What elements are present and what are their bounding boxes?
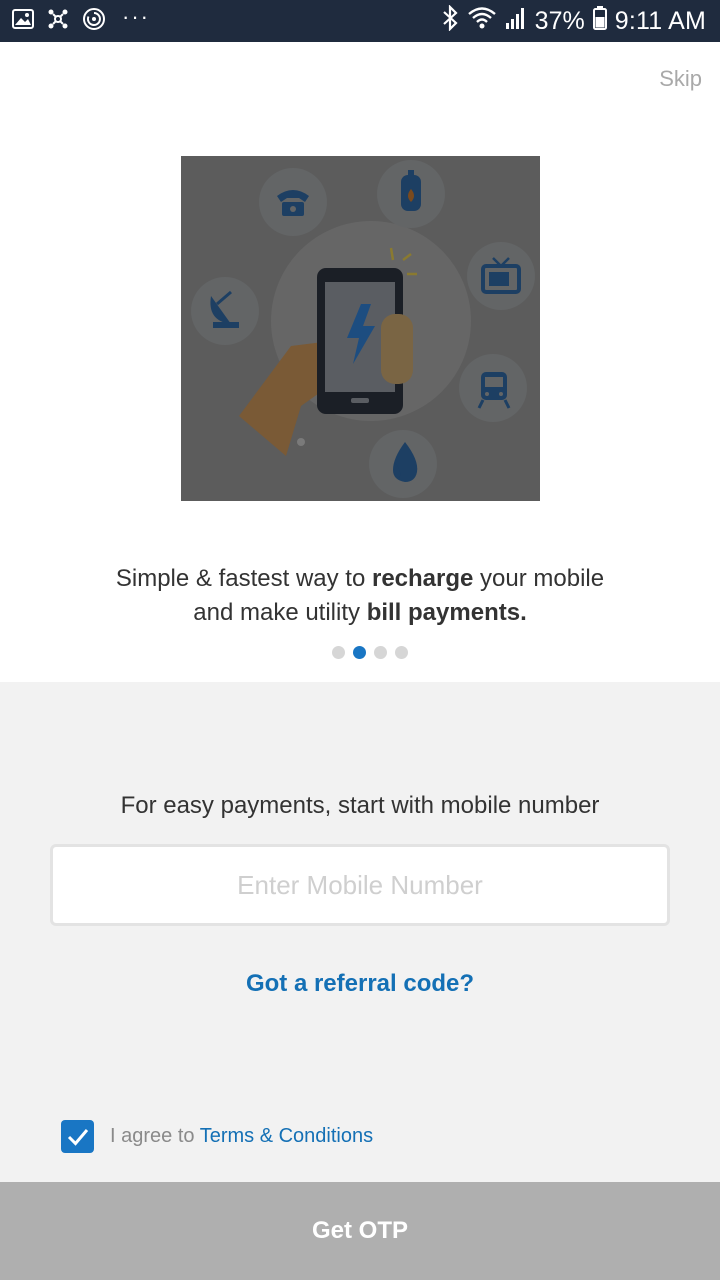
wifi-icon <box>467 6 497 37</box>
clock: 9:11 AM <box>614 6 706 35</box>
gas-cylinder-icon <box>377 160 445 228</box>
status-bar: ··· 37% 9:11 AM <box>0 0 720 42</box>
login-panel: For easy payments, start with mobile num… <box>0 682 720 1182</box>
mobile-prompt: For easy payments, start with mobile num… <box>120 792 600 819</box>
dth-dish-icon <box>191 277 259 345</box>
tagline-line-1: Simple & fastest way to recharge your mo… <box>115 565 605 592</box>
battery-icon <box>592 5 607 37</box>
battery-percent: 37% <box>534 6 585 35</box>
skip-button[interactable]: Skip <box>659 66 702 92</box>
terms-checkbox[interactable] <box>61 1120 94 1153</box>
referral-code-link[interactable]: Got a referral code? <box>0 970 720 998</box>
terms-agreement: I agree to Terms & Conditions <box>61 1120 373 1153</box>
tv-icon <box>467 242 535 310</box>
page-indicator <box>332 646 408 659</box>
tagline-line-2: and make utility bill payments. <box>193 599 527 626</box>
phone-recharge-icon <box>239 247 417 456</box>
status-right-icons: 37% 9:11 AM <box>441 3 706 38</box>
get-otp-button[interactable]: Get OTP <box>0 1182 720 1280</box>
signal-icon <box>505 6 527 37</box>
sync-icon <box>82 7 106 36</box>
mobile-number-input[interactable] <box>50 844 670 926</box>
bluetooth-icon <box>441 3 459 38</box>
more-dots-icon: ··· <box>122 4 150 29</box>
page-dot[interactable] <box>395 646 408 659</box>
page-dot[interactable] <box>374 646 387 659</box>
page-dot[interactable] <box>332 646 345 659</box>
water-drop-icon <box>369 430 437 498</box>
status-left-icons: ··· <box>12 4 150 36</box>
onboarding-illustration <box>181 156 540 501</box>
terms-link[interactable]: Terms & Conditions <box>200 1125 373 1147</box>
gallery-icon <box>12 8 34 35</box>
onboarding-tagline: Simple & fastest way to recharge your mo… <box>0 562 720 630</box>
telephone-icon <box>259 168 327 236</box>
agree-label: I agree to Terms & Conditions <box>110 1125 374 1147</box>
train-icon <box>459 354 527 422</box>
checkmark-icon <box>67 1128 88 1146</box>
page-dot-active[interactable] <box>353 646 366 659</box>
network-icon <box>46 7 70 36</box>
